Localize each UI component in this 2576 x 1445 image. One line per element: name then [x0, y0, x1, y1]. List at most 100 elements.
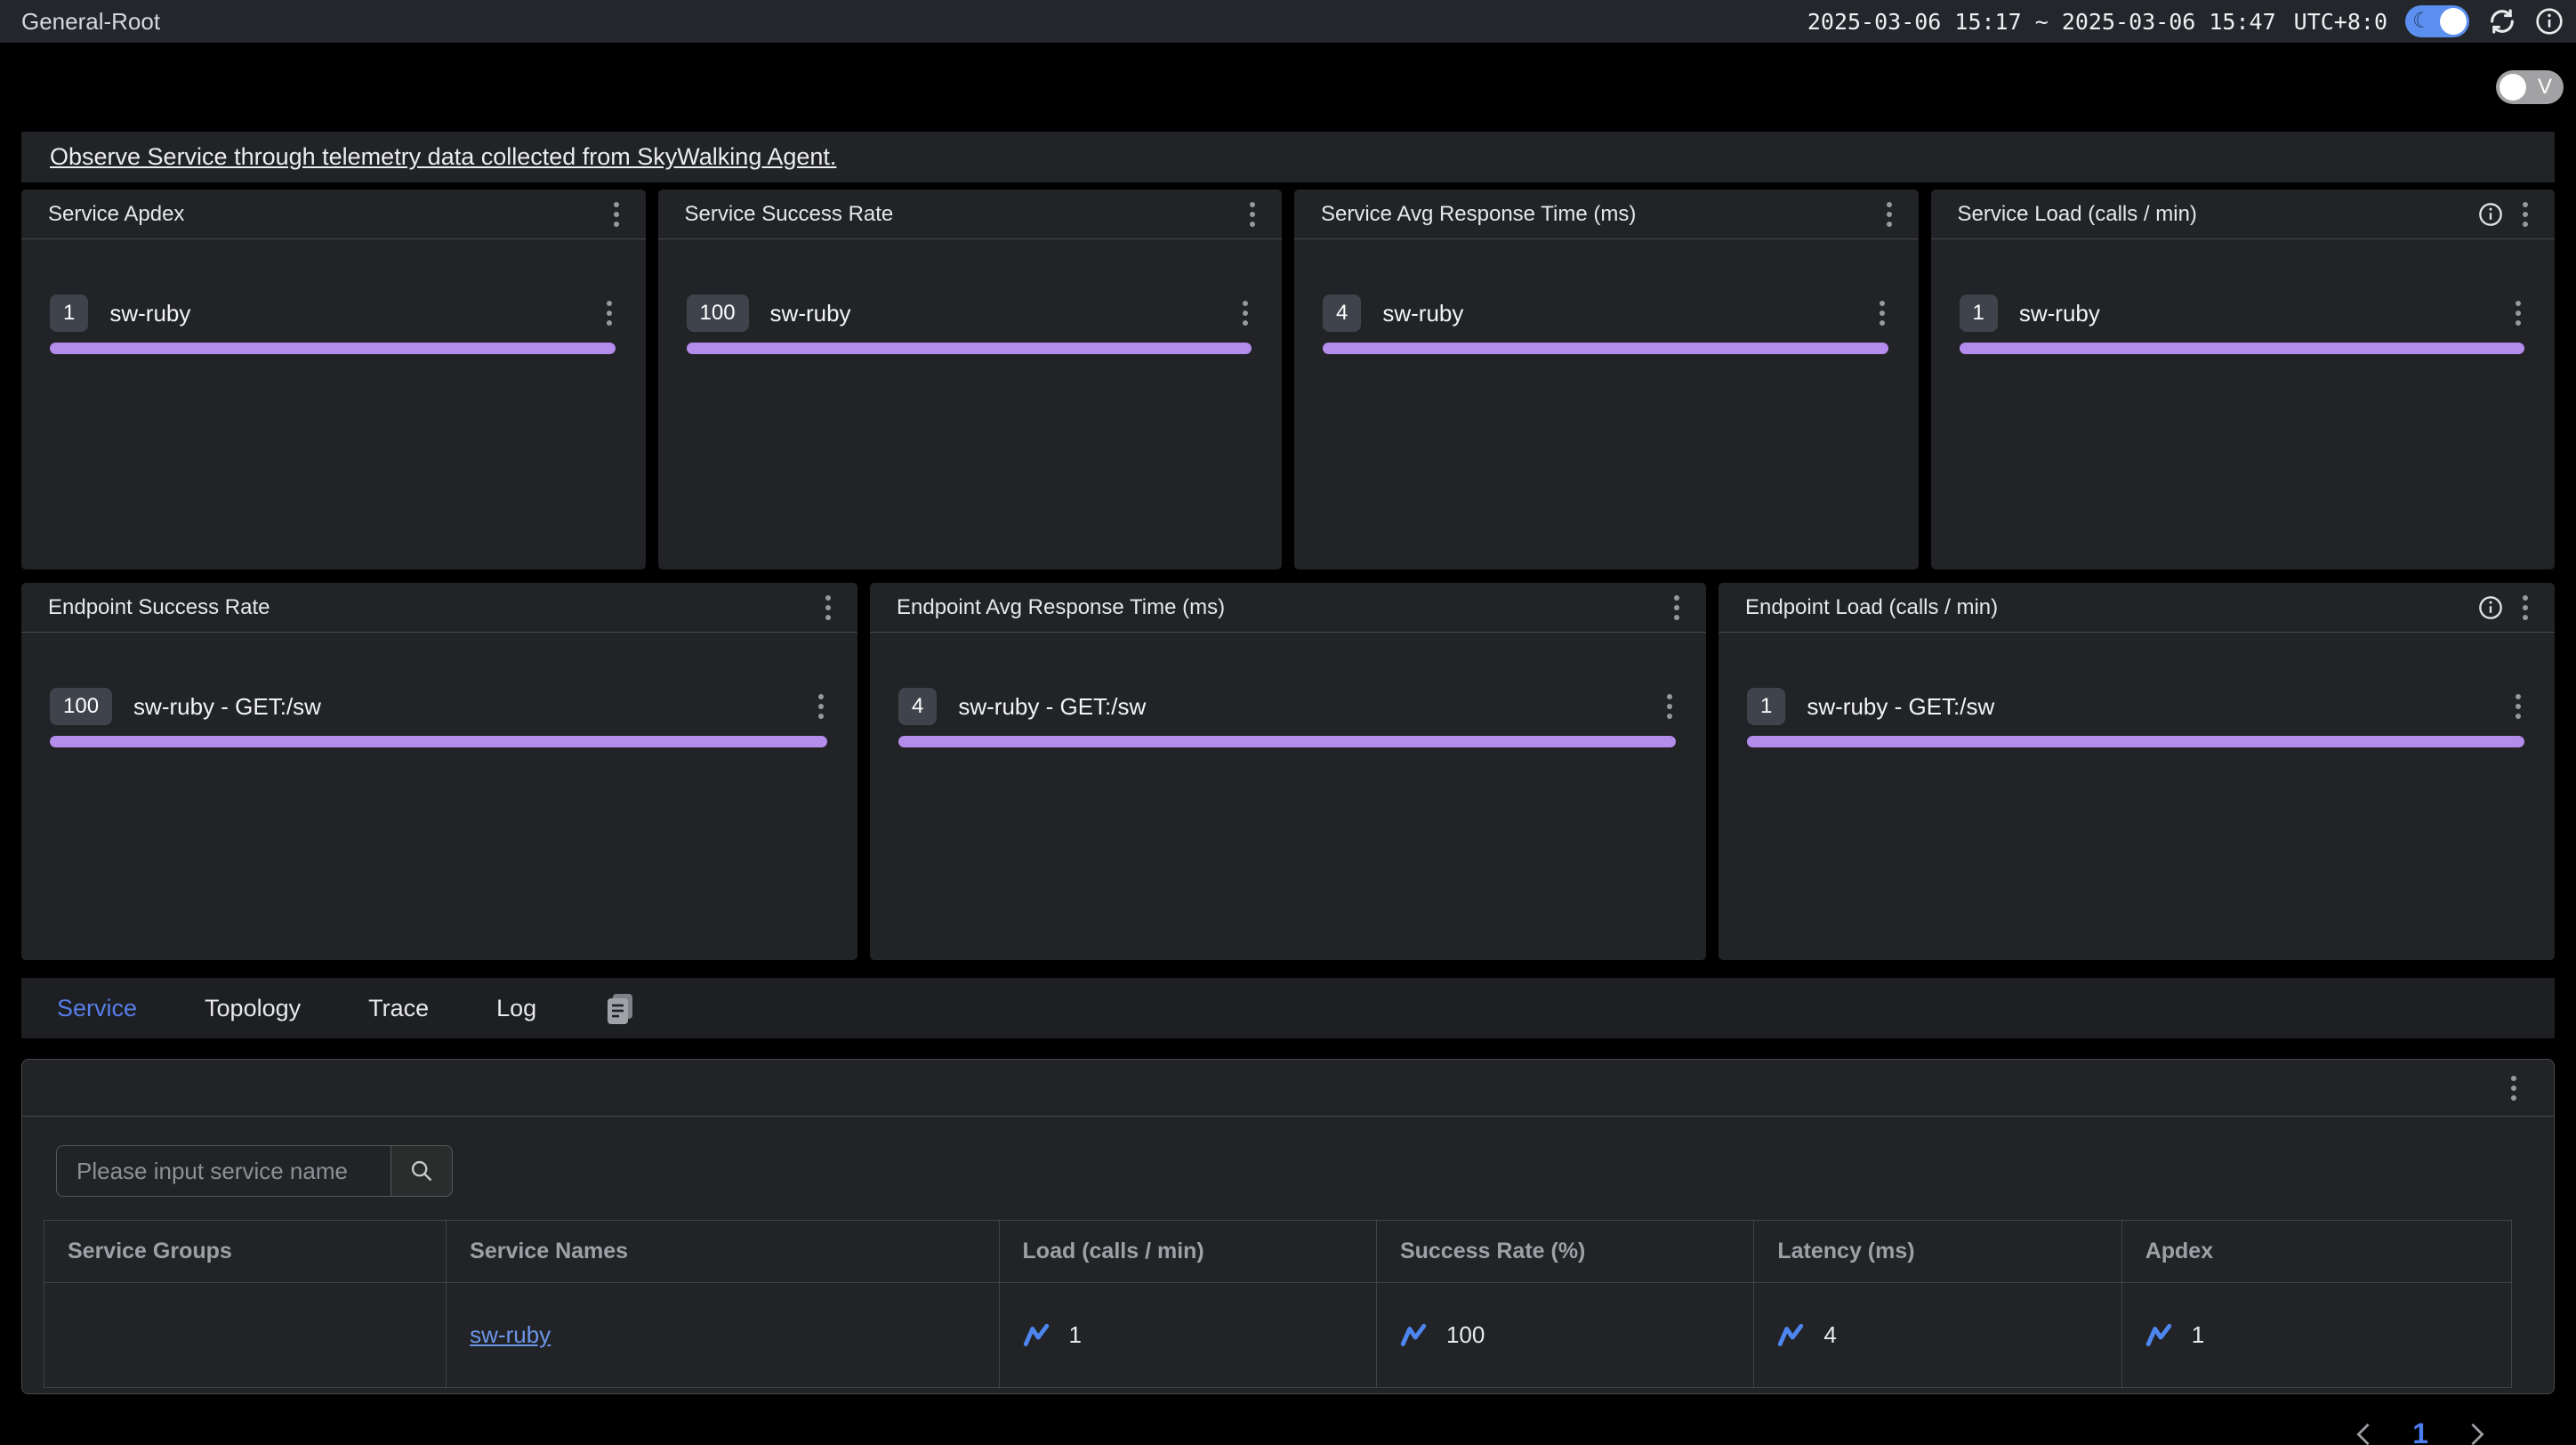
metric-row: 1 sw-ruby: [1960, 295, 2525, 332]
view-toggle-label: V: [2538, 75, 2552, 100]
description-banner: Observe Service through telemetry data c…: [21, 132, 2555, 182]
metric-row: 1 sw-ruby - GET:/sw: [1747, 688, 2524, 725]
page-number[interactable]: 1: [2412, 1417, 2428, 1445]
metric-bar: [687, 343, 1252, 354]
metric-bar: [1747, 736, 2524, 747]
metric-label[interactable]: sw-ruby - GET:/sw: [133, 693, 321, 721]
tab-trace[interactable]: Trace: [368, 995, 429, 1022]
card-menu-icon[interactable]: [1883, 198, 1896, 230]
card-menu-icon[interactable]: [1246, 198, 1259, 230]
service-cards-row: Service Apdex 1 sw-ruby Service Success …: [21, 190, 2555, 569]
card-title: Endpoint Load (calls / min): [1745, 595, 1998, 620]
next-page-icon[interactable]: [2467, 1422, 2487, 1445]
metric-bar: [1323, 343, 1888, 354]
tab-log[interactable]: Log: [496, 995, 536, 1022]
col-latency: Latency (ms): [1754, 1221, 2121, 1283]
table-row: sw-ruby 1: [44, 1283, 2512, 1388]
metric-value-badge: 1: [1747, 688, 1785, 725]
description-link[interactable]: Observe Service through telemetry data c…: [50, 143, 836, 171]
dashboard-title: General-Root: [21, 8, 160, 36]
sparkline-icon: [1400, 1322, 1427, 1349]
card-endpoint-success-rate: Endpoint Success Rate 100 sw-ruby - GET:…: [21, 583, 857, 960]
card-title: Endpoint Success Rate: [48, 595, 270, 620]
service-search-input[interactable]: [56, 1145, 390, 1197]
metric-menu-icon[interactable]: [2512, 690, 2524, 722]
metric-row: 4 sw-ruby: [1323, 295, 1888, 332]
prev-page-icon[interactable]: [2354, 1422, 2373, 1445]
cell-latency: 4: [1754, 1283, 2121, 1388]
tab-service[interactable]: Service: [57, 995, 137, 1022]
metric-menu-icon[interactable]: [1239, 297, 1252, 329]
service-list-panel: Service Groups Service Names Load (calls…: [21, 1059, 2555, 1394]
card-service-success-rate: Service Success Rate 100 sw-ruby: [658, 190, 1283, 569]
card-menu-icon[interactable]: [610, 198, 623, 230]
info-icon[interactable]: [2535, 7, 2564, 36]
service-name-link[interactable]: sw-ruby: [470, 1321, 551, 1348]
card-service-load: Service Load (calls / min) 1 sw-ruby: [1931, 190, 2556, 569]
metric-label[interactable]: sw-ruby: [109, 300, 190, 327]
metric-label[interactable]: sw-ruby - GET:/sw: [1807, 693, 1994, 721]
service-table: Service Groups Service Names Load (calls…: [44, 1220, 2512, 1388]
topbar-controls: 2025-03-06 15:17 ~ 2025-03-06 15:47 UTC+…: [1807, 5, 2564, 37]
dark-mode-toggle[interactable]: ☾: [2405, 5, 2469, 37]
metric-bar: [50, 343, 616, 354]
search-button[interactable]: [390, 1145, 453, 1197]
card-service-avg-response-time: Service Avg Response Time (ms) 4 sw-ruby: [1294, 190, 1919, 569]
metric-value-badge: 4: [1323, 295, 1361, 332]
metric-value-badge: 100: [50, 688, 112, 725]
card-menu-icon[interactable]: [1670, 592, 1683, 624]
copy-document-icon[interactable]: [604, 990, 636, 1026]
metric-menu-icon[interactable]: [2512, 297, 2524, 329]
card-title: Service Apdex: [48, 202, 184, 227]
card-service-apdex: Service Apdex 1 sw-ruby: [21, 190, 646, 569]
col-load: Load (calls / min): [999, 1221, 1376, 1283]
metric-bar: [50, 736, 827, 747]
toggle-knob: [2440, 8, 2467, 35]
cell-success-rate: 100: [1376, 1283, 1753, 1388]
card-endpoint-avg-response-time: Endpoint Avg Response Time (ms) 4 sw-rub…: [870, 583, 1706, 960]
metric-label[interactable]: sw-ruby: [770, 300, 851, 327]
tab-strip: Service Topology Trace Log: [21, 978, 2555, 1038]
col-apdex: Apdex: [2121, 1221, 2511, 1283]
metric-menu-icon[interactable]: [815, 690, 827, 722]
panel-menu-icon[interactable]: [2508, 1072, 2520, 1104]
metric-label[interactable]: sw-ruby: [1382, 300, 1463, 327]
metric-label[interactable]: sw-ruby - GET:/sw: [958, 693, 1146, 721]
metric-bar: [1960, 343, 2525, 354]
col-service-names: Service Names: [447, 1221, 999, 1283]
moon-icon: ☾: [2412, 11, 2432, 32]
col-service-groups: Service Groups: [44, 1221, 447, 1283]
card-endpoint-load: Endpoint Load (calls / min) 1 sw-ruby - …: [1719, 583, 2555, 960]
metric-row: 100 sw-ruby: [687, 295, 1252, 332]
toggle-knob: [2500, 74, 2526, 101]
card-title: Service Avg Response Time (ms): [1321, 202, 1636, 227]
card-title: Endpoint Avg Response Time (ms): [897, 595, 1225, 620]
info-icon[interactable]: [2478, 202, 2503, 227]
service-search: [56, 1145, 2512, 1197]
sparkline-icon: [1023, 1322, 1050, 1349]
metric-menu-icon[interactable]: [1876, 297, 1888, 329]
metric-bar: [898, 736, 1676, 747]
tab-topology[interactable]: Topology: [205, 995, 301, 1022]
metric-menu-icon[interactable]: [603, 297, 616, 329]
col-success-rate: Success Rate (%): [1376, 1221, 1753, 1283]
cell-load: 1: [999, 1283, 1376, 1388]
time-range[interactable]: 2025-03-06 15:17 ~ 2025-03-06 15:47: [1807, 9, 2276, 35]
pagination: 1: [21, 1417, 2555, 1445]
card-menu-icon[interactable]: [2519, 198, 2532, 230]
sparkline-icon: [1777, 1322, 1804, 1349]
refresh-icon[interactable]: [2487, 6, 2517, 36]
metric-row: 4 sw-ruby - GET:/sw: [898, 688, 1676, 725]
metric-label[interactable]: sw-ruby: [2019, 300, 2100, 327]
metric-menu-icon[interactable]: [1663, 690, 1676, 722]
metric-row: 100 sw-ruby - GET:/sw: [50, 688, 827, 725]
card-menu-icon[interactable]: [822, 592, 834, 624]
timezone[interactable]: UTC+8:0: [2294, 9, 2387, 35]
info-icon[interactable]: [2478, 595, 2503, 620]
metric-value-badge: 1: [1960, 295, 1998, 332]
sparkline-icon: [2145, 1322, 2172, 1349]
dashboard-content: Observe Service through telemetry data c…: [0, 132, 2576, 1445]
card-menu-icon[interactable]: [2519, 592, 2532, 624]
view-mode-toggle[interactable]: V: [2496, 70, 2564, 104]
card-title: Service Load (calls / min): [1958, 202, 2197, 227]
